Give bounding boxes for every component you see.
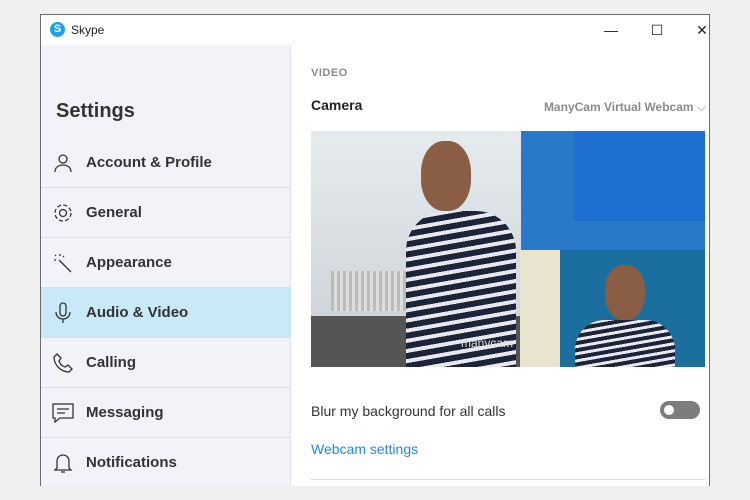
sidebar-item-calling[interactable]: Calling xyxy=(41,338,291,388)
sidebar-item-label: Notifications xyxy=(86,454,177,471)
skype-logo-icon: S xyxy=(50,22,65,37)
camera-value: ManyCam Virtual Webcam xyxy=(543,100,694,114)
bell-icon xyxy=(52,452,74,474)
magic-wand-icon xyxy=(52,252,74,274)
camera-preview: manycam xyxy=(311,131,705,367)
blur-background-toggle[interactable] xyxy=(660,401,700,419)
sidebar-item-label: Messaging xyxy=(86,404,164,421)
section-heading: VIDEO xyxy=(311,67,348,79)
skype-window: S Skype — ☐ ✕ Settings Account & Profile… xyxy=(40,14,710,486)
minimize-button[interactable]: — xyxy=(591,19,631,41)
sidebar-item-audio-video[interactable]: Audio & Video xyxy=(41,288,291,338)
maximize-button[interactable]: ☐ xyxy=(637,19,677,41)
sidebar-item-account[interactable]: Account & Profile xyxy=(41,138,291,188)
sidebar-item-notifications[interactable]: Notifications xyxy=(41,438,291,486)
gear-icon xyxy=(52,202,74,224)
microphone-icon xyxy=(52,301,74,324)
blur-background-label: Blur my background for all calls xyxy=(311,403,506,419)
chevron-down-icon: ⌵ xyxy=(696,100,706,114)
sidebar-item-label: Account & Profile xyxy=(86,154,212,171)
watermark: manycam xyxy=(461,336,514,350)
sidebar-item-appearance[interactable]: Appearance xyxy=(41,238,291,288)
message-icon xyxy=(52,402,74,424)
title-bar: S Skype — ☐ ✕ xyxy=(41,15,709,45)
settings-sidebar: Settings Account & Profile General Appea… xyxy=(41,45,291,486)
settings-title: Settings xyxy=(56,100,135,122)
sidebar-item-label: Audio & Video xyxy=(86,304,189,321)
sidebar-item-general[interactable]: General xyxy=(41,188,291,238)
webcam-settings-link[interactable]: Webcam settings xyxy=(311,441,418,457)
close-button[interactable]: ✕ xyxy=(682,19,709,41)
settings-content: VIDEO Camera ManyCam Virtual Webcam ⌵ ma… xyxy=(311,45,709,486)
camera-dropdown[interactable]: ManyCam Virtual Webcam ⌵ xyxy=(544,100,706,115)
self-view-preview xyxy=(520,250,705,367)
phone-icon xyxy=(52,352,74,374)
sidebar-item-label: Calling xyxy=(86,354,137,371)
divider xyxy=(311,479,705,480)
app-title: Skype xyxy=(71,23,105,37)
person-icon xyxy=(52,152,74,174)
sidebar-item-label: Appearance xyxy=(86,254,172,271)
camera-label: Camera xyxy=(311,97,363,113)
sidebar-item-label: General xyxy=(86,204,142,221)
sidebar-item-messaging[interactable]: Messaging xyxy=(41,388,291,438)
